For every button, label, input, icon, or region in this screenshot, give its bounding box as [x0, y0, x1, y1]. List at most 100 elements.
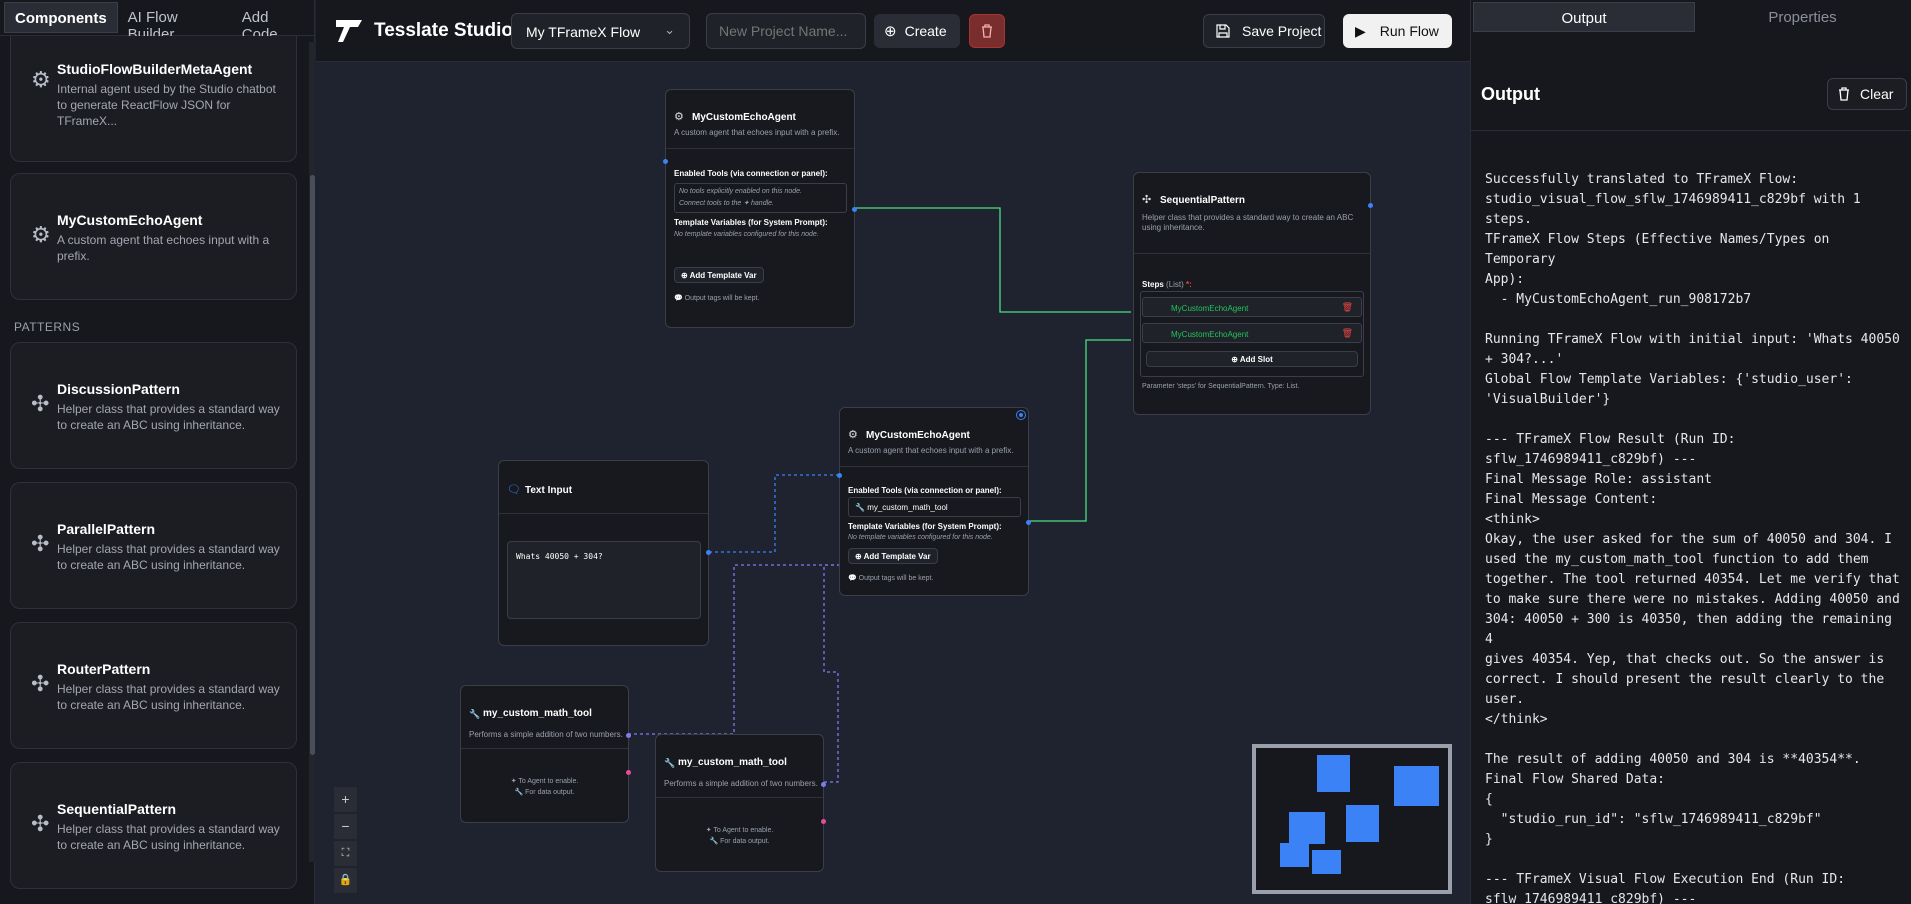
data-output-handle[interactable] [821, 819, 826, 824]
input-handle[interactable] [837, 473, 842, 478]
sidebar: Components AI Flow Builder Add Code ⚙ St… [0, 0, 315, 904]
output-handle[interactable] [1368, 203, 1373, 208]
component-card[interactable]: ✣ ParallelPattern Helper class that prov… [10, 482, 297, 609]
tab-output[interactable]: Output [1473, 2, 1695, 32]
section-patterns: PATTERNS [14, 320, 81, 334]
tool-node[interactable]: 🔧 my_custom_math_tool Performs a simple … [460, 685, 631, 823]
agent-node[interactable]: ⚙ MyCustomEchoAgent A custom agent that … [663, 89, 857, 328]
param-note: Parameter 'steps' for SequentialPattern.… [1142, 383, 1300, 390]
flow-select[interactable]: My TFrameX Flow ⌄ [511, 13, 690, 49]
clear-button[interactable]: Clear [1827, 78, 1907, 110]
save-icon [1216, 24, 1230, 38]
data-output-handle[interactable] [626, 770, 631, 775]
add-template-var-button[interactable]: ⊕ Add Template Var [674, 267, 764, 283]
sidebar-scroll-thumb[interactable] [310, 175, 315, 755]
node-title: SequentialPattern [1160, 195, 1246, 206]
gear-icon: ⚙ [848, 429, 858, 441]
delete-project-button[interactable] [969, 14, 1005, 48]
tool-handle[interactable] [626, 733, 631, 738]
puzzle-icon: ✣ [1142, 194, 1152, 206]
step-slot[interactable]: MyCustomEchoAgent 🗑 [1142, 297, 1362, 317]
node-desc: Helper class that provides a standard wa… [1142, 213, 1354, 232]
right-panel: Output Properties Output Clear Successfu… [1470, 0, 1911, 904]
project-name-input[interactable] [706, 13, 866, 49]
tool-hint: ✦ To Agent to enable. [510, 778, 579, 785]
save-label: Save Project [1242, 23, 1322, 39]
tool-hint: ✦ To Agent to enable. [705, 827, 774, 834]
output-handle[interactable] [852, 207, 857, 212]
component-title: ParallelPattern [57, 521, 156, 537]
component-card[interactable]: ⚙ StudioFlowBuilderMetaAgent Internal ag… [10, 36, 297, 162]
tool-output-hint: 🔧 For data output. [709, 838, 770, 845]
output-handle[interactable] [706, 550, 711, 555]
tool-item: 🔧 my_custom_math_tool [848, 497, 1021, 517]
lock-icon[interactable]: 🔒 [334, 868, 357, 893]
component-title: DiscussionPattern [57, 381, 180, 397]
sequential-pattern-node[interactable]: ✣ SequentialPattern Helper class that pr… [1133, 172, 1373, 415]
clear-label: Clear [1860, 86, 1894, 102]
tool-node[interactable]: 🔧 my_custom_math_tool Performs a simple … [655, 734, 826, 872]
create-label: Create [904, 23, 947, 39]
node-desc: Performs a simple addition of two number… [664, 779, 818, 788]
steps-label: Steps (List) *: [1142, 280, 1192, 289]
fit-view-button[interactable]: ⛶ [334, 841, 357, 866]
chevron-down-icon: ⌄ [664, 22, 675, 37]
create-button[interactable]: ⊕ Create [874, 14, 960, 48]
wrench-icon: 🔧 [664, 758, 676, 768]
edge-tool2-to-agent2 [823, 564, 839, 783]
top-bar: Tesslate Studio My TFrameX Flow ⌄ ⊕ Crea… [316, 0, 1470, 62]
tools-label: Enabled Tools (via connection or panel): [848, 486, 1002, 495]
zoom-in-button[interactable]: + [334, 787, 357, 812]
tab-ai-flow-builder[interactable]: AI Flow Builder [118, 0, 232, 43]
component-list: ⚙ StudioFlowBuilderMetaAgent Internal ag… [0, 36, 306, 904]
tools-label: Enabled Tools (via connection or panel): [674, 169, 828, 178]
trash-icon[interactable]: 🗑 [1342, 302, 1353, 313]
text-input-node[interactable]: 🗨 Text Input Whats 40050 + 304? [498, 460, 711, 646]
component-card[interactable]: ✣ DiscussionPattern Helper class that pr… [10, 342, 297, 469]
tab-add-code[interactable]: Add Code [232, 0, 314, 43]
minimap[interactable] [1252, 744, 1452, 894]
output-handle[interactable] [1026, 520, 1031, 525]
tab-properties[interactable]: Properties [1695, 2, 1910, 32]
brand-title: Tesslate Studio [374, 20, 514, 41]
component-title: MyCustomEchoAgent [57, 212, 203, 228]
component-title: StudioFlowBuilderMetaAgent [57, 61, 253, 77]
template-label: Template Variables (for System Prompt): [674, 218, 828, 227]
minimap-node [1280, 843, 1309, 867]
app: Components AI Flow Builder Add Code ⚙ St… [0, 0, 1911, 904]
component-desc: Helper class that provides a standard wa… [57, 822, 280, 852]
agent-node[interactable]: ⚙ MyCustomEchoAgent A custom agent that … [837, 407, 1031, 596]
tools-hint-text: Connect tools to the ✦ handle. [679, 200, 774, 207]
gear-icon: ⚙ [674, 111, 684, 123]
node-title: MyCustomEchoAgent [866, 430, 970, 441]
template-label: Template Variables (for System Prompt): [848, 522, 1002, 531]
node-title: my_custom_math_tool [678, 757, 787, 768]
component-card[interactable]: ✣ SequentialPattern Helper class that pr… [10, 762, 297, 889]
add-slot-button[interactable]: ⊕ Add Slot [1146, 351, 1358, 367]
add-template-var-button[interactable]: ⊕ Add Template Var [848, 548, 938, 564]
tab-components[interactable]: Components [4, 2, 118, 33]
component-desc: Helper class that provides a standard wa… [57, 682, 280, 712]
tool-handle[interactable] [821, 782, 826, 787]
zoom-out-button[interactable]: − [334, 814, 357, 839]
input-handle[interactable] [663, 159, 668, 164]
minimap-node [1346, 805, 1379, 842]
run-flow-button[interactable]: ▶ Run Flow [1343, 14, 1452, 48]
puzzle-icon: ✣ [31, 391, 50, 416]
save-project-button[interactable]: Save Project [1203, 14, 1325, 48]
component-card[interactable]: ⚙ MyCustomEchoAgent A custom agent that … [10, 173, 297, 300]
minimap-node [1317, 755, 1350, 792]
component-card[interactable]: ✣ RouterPattern Helper class that provid… [10, 622, 297, 749]
component-title: RouterPattern [57, 661, 151, 677]
node-desc: A custom agent that echoes input with a … [848, 446, 1014, 455]
node-desc: Performs a simple addition of two number… [469, 730, 623, 739]
edge-input-to-agent2 [709, 474, 839, 553]
node-title: my_custom_math_tool [483, 708, 592, 719]
trash-icon[interactable]: 🗑 [1342, 328, 1353, 339]
minimap-node [1289, 812, 1325, 844]
step-slot[interactable]: MyCustomEchoAgent 🗑 [1142, 323, 1362, 343]
component-desc: A custom agent that echoes input with a … [57, 233, 270, 263]
component-desc: Helper class that provides a standard wa… [57, 542, 280, 572]
text-input-area[interactable]: Whats 40050 + 304? [507, 541, 701, 619]
tools-box: No tools explicitly enabled on this node… [674, 183, 847, 213]
